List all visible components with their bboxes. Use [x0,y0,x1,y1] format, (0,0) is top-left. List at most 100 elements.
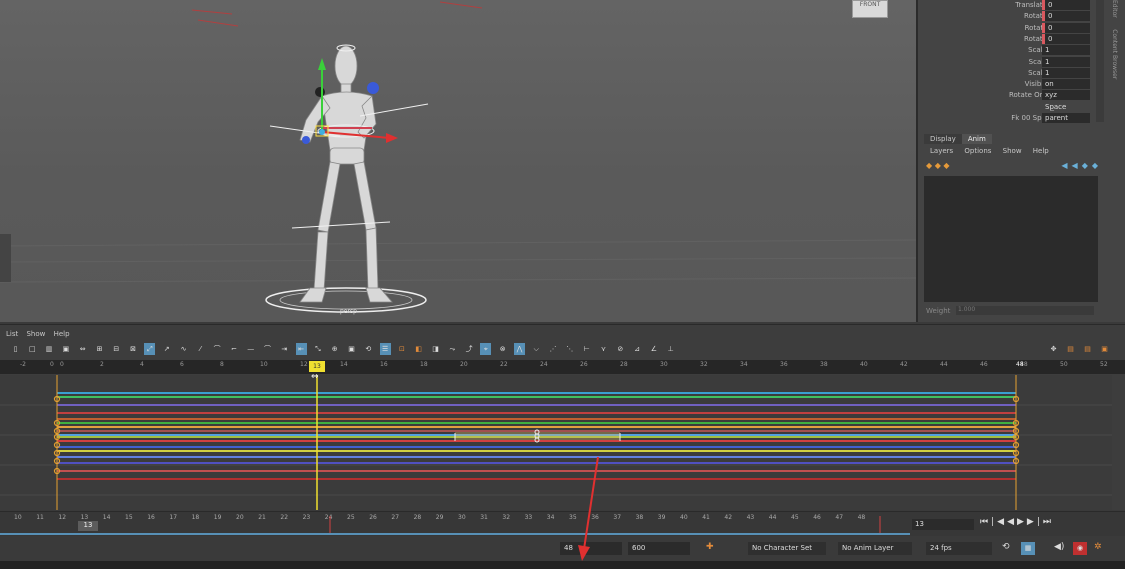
region-icon[interactable]: ⤢ [144,343,156,355]
step-back-frame-icon[interactable]: ◀ [1007,517,1017,527]
clamped-icon[interactable]: ⌒ [212,343,223,355]
animation-curves-area[interactable] [0,375,1112,510]
auto-load-icon[interactable]: ⟲ [363,343,374,355]
channel-row[interactable]: Fk 00 Space parent [918,113,1104,124]
play-forward-icon[interactable]: ▶ [1017,517,1027,527]
normalize-icon[interactable]: ▣ [1099,343,1110,355]
move-view-icon[interactable]: ✥ [1048,343,1059,355]
3d-viewport[interactable]: FRONT persp [0,0,916,322]
tab-display[interactable]: Display [924,134,962,144]
frame-playback-icon[interactable]: ▣ [60,343,71,355]
buffer-curve-icon[interactable]: ⇥ [279,343,290,355]
current-frame-field[interactable]: 13 [912,519,974,530]
dope-sheet-icon[interactable]: ⋰ [548,343,559,355]
channel-row[interactable]: Rotate Z0 [918,33,1104,45]
merge-layer-icon[interactable]: ◆ [943,161,949,170]
channel-row[interactable]: _ Space [918,102,1104,113]
menu-options[interactable]: Options [964,147,991,155]
viewcube[interactable]: FRONT [852,0,888,18]
channel-row[interactable]: Scale Y1 [918,56,1104,68]
insert-key-icon[interactable]: ⊞ [94,343,105,355]
new-layer-icon[interactable]: ◆ [926,161,932,170]
unify-tangent-icon[interactable]: ⤡ [312,343,323,355]
sound-icon[interactable]: ◀) [1054,542,1064,552]
end-time-field[interactable]: 48 [560,542,622,555]
menu-show[interactable]: Show [1003,147,1022,155]
channel-value[interactable]: 0 [1042,0,1090,10]
time-slider-current-frame[interactable]: 13 [78,521,98,531]
frame-all-icon[interactable]: ▥ [44,343,55,355]
step-back-key-icon[interactable]: |◀ [991,517,1007,527]
new-layer-selected-icon[interactable]: ◆ [935,161,941,170]
outliner-icon[interactable]: □ [27,343,38,355]
channel-value[interactable]: xyz [1042,90,1090,101]
move-layer-up-icon[interactable]: ◀ [1061,161,1071,170]
fps-select[interactable]: 24 fps [926,542,992,555]
go-to-start-icon[interactable]: ⏮ [980,517,991,527]
preferences-icon[interactable]: ✲ [1094,542,1102,552]
frame-selected-icon[interactable]: ▤ [1082,343,1093,355]
menu-layers[interactable]: Layers [930,147,953,155]
tangents-icon[interactable]: ⋀ [514,343,525,355]
character-set-select[interactable]: No Character Set [748,542,826,555]
go-to-end-icon[interactable]: ⏭ [1043,517,1054,527]
select-key-icon[interactable]: ▯ [10,343,21,355]
channel-value[interactable]: 0 [1042,22,1090,33]
retime-icon[interactable]: ↗ [161,343,172,355]
layer-options-icon[interactable]: ◆ [1082,161,1092,170]
stack-icon[interactable]: ☰ [379,343,391,355]
filter-icon[interactable]: ⋎ [598,343,609,355]
graph-editor-time-ruler[interactable]: -2 0 0 2 4 6 8 10 12 14 16 18 20 22 24 26 28 30 32 34 36 38 40… [0,360,1125,374]
move-key-icon[interactable]: ⇔ [77,343,88,355]
channel-row[interactable]: Rotate Order xyz [918,90,1104,101]
channel-value[interactable]: parent [1042,113,1090,123]
channel-row[interactable]: Rotate Y0 [918,22,1104,34]
weight-field[interactable]: 1.000 [956,306,1094,315]
channel-value[interactable]: 0 [1042,11,1090,22]
camera-sequencer-icon[interactable]: ∠ [648,343,659,355]
key-stats-icon[interactable]: ⊗ [497,343,508,355]
anim-layer-select[interactable]: No Anim Layer [838,542,912,555]
stepped-icon[interactable]: ⌐ [228,343,239,355]
time-snap-icon[interactable]: ⤳ [447,343,458,355]
channel-row[interactable]: Translate Z0 [918,0,1104,11]
channel-box-scrollbar[interactable] [1096,0,1104,122]
pre-infinity-icon[interactable]: ◧ [413,343,424,355]
channel-value[interactable]: 1 [1042,45,1090,56]
editor-side-tab[interactable]: Editor Content Browser [1106,0,1118,140]
channel-value[interactable]: Space [1042,102,1090,112]
break-tangent-icon[interactable]: ⇤ [295,343,307,355]
time-slider[interactable]: 10 11 12 13 14 15 16 17 18 19 20 21 22 23 24 25 26 27 28 29… [0,511,1125,536]
menu-list[interactable]: List [6,330,18,338]
curve-select-icon[interactable]: ⌖ [480,343,492,355]
channel-row[interactable]: Scale X1 [918,45,1104,56]
isolate-icon[interactable]: ⊿ [632,343,643,355]
normalize-icon[interactable]: ⊡ [396,343,407,355]
tab-anim[interactable]: Anim [961,134,992,144]
frame-icon[interactable]: ▤ [1065,343,1076,355]
channel-value[interactable]: 1 [1042,56,1090,67]
channel-value[interactable]: on [1042,79,1090,90]
flat-icon[interactable]: — [245,343,256,355]
step-forward-key-icon[interactable]: ▶| [1027,517,1043,527]
graph-view-icon[interactable]: ⌵ [531,343,542,355]
menu-help[interactable]: Help [1033,147,1049,155]
plateau-icon[interactable]: ⌒ [262,343,273,355]
value-snap-icon[interactable]: ⤴ [464,343,475,355]
preferences-icon[interactable]: ⊥ [665,343,676,355]
channel-row[interactable]: Scale Z1 [918,67,1104,79]
pin-icon[interactable]: ⊢ [581,343,592,355]
loop-icon[interactable]: ⟲ [1002,542,1010,552]
channel-value[interactable]: 1 [1042,67,1090,78]
lattice-icon[interactable]: ⊠ [128,343,139,355]
menu-help[interactable]: Help [54,330,70,338]
graph-icon[interactable]: ▦ [1021,542,1035,555]
menu-show[interactable]: Show [26,330,45,338]
channel-row[interactable]: Visibility on [918,79,1104,90]
auto-key-icon[interactable]: ◉ [1073,542,1087,555]
drag-handle-icon[interactable]: ⇔ [311,372,319,382]
post-infinity-icon[interactable]: ◨ [430,343,441,355]
lock-weight-icon[interactable]: ▣ [346,343,357,355]
move-layer-down-icon[interactable]: ◀ [1072,161,1082,170]
add-key-icon[interactable]: ⊟ [111,343,122,355]
